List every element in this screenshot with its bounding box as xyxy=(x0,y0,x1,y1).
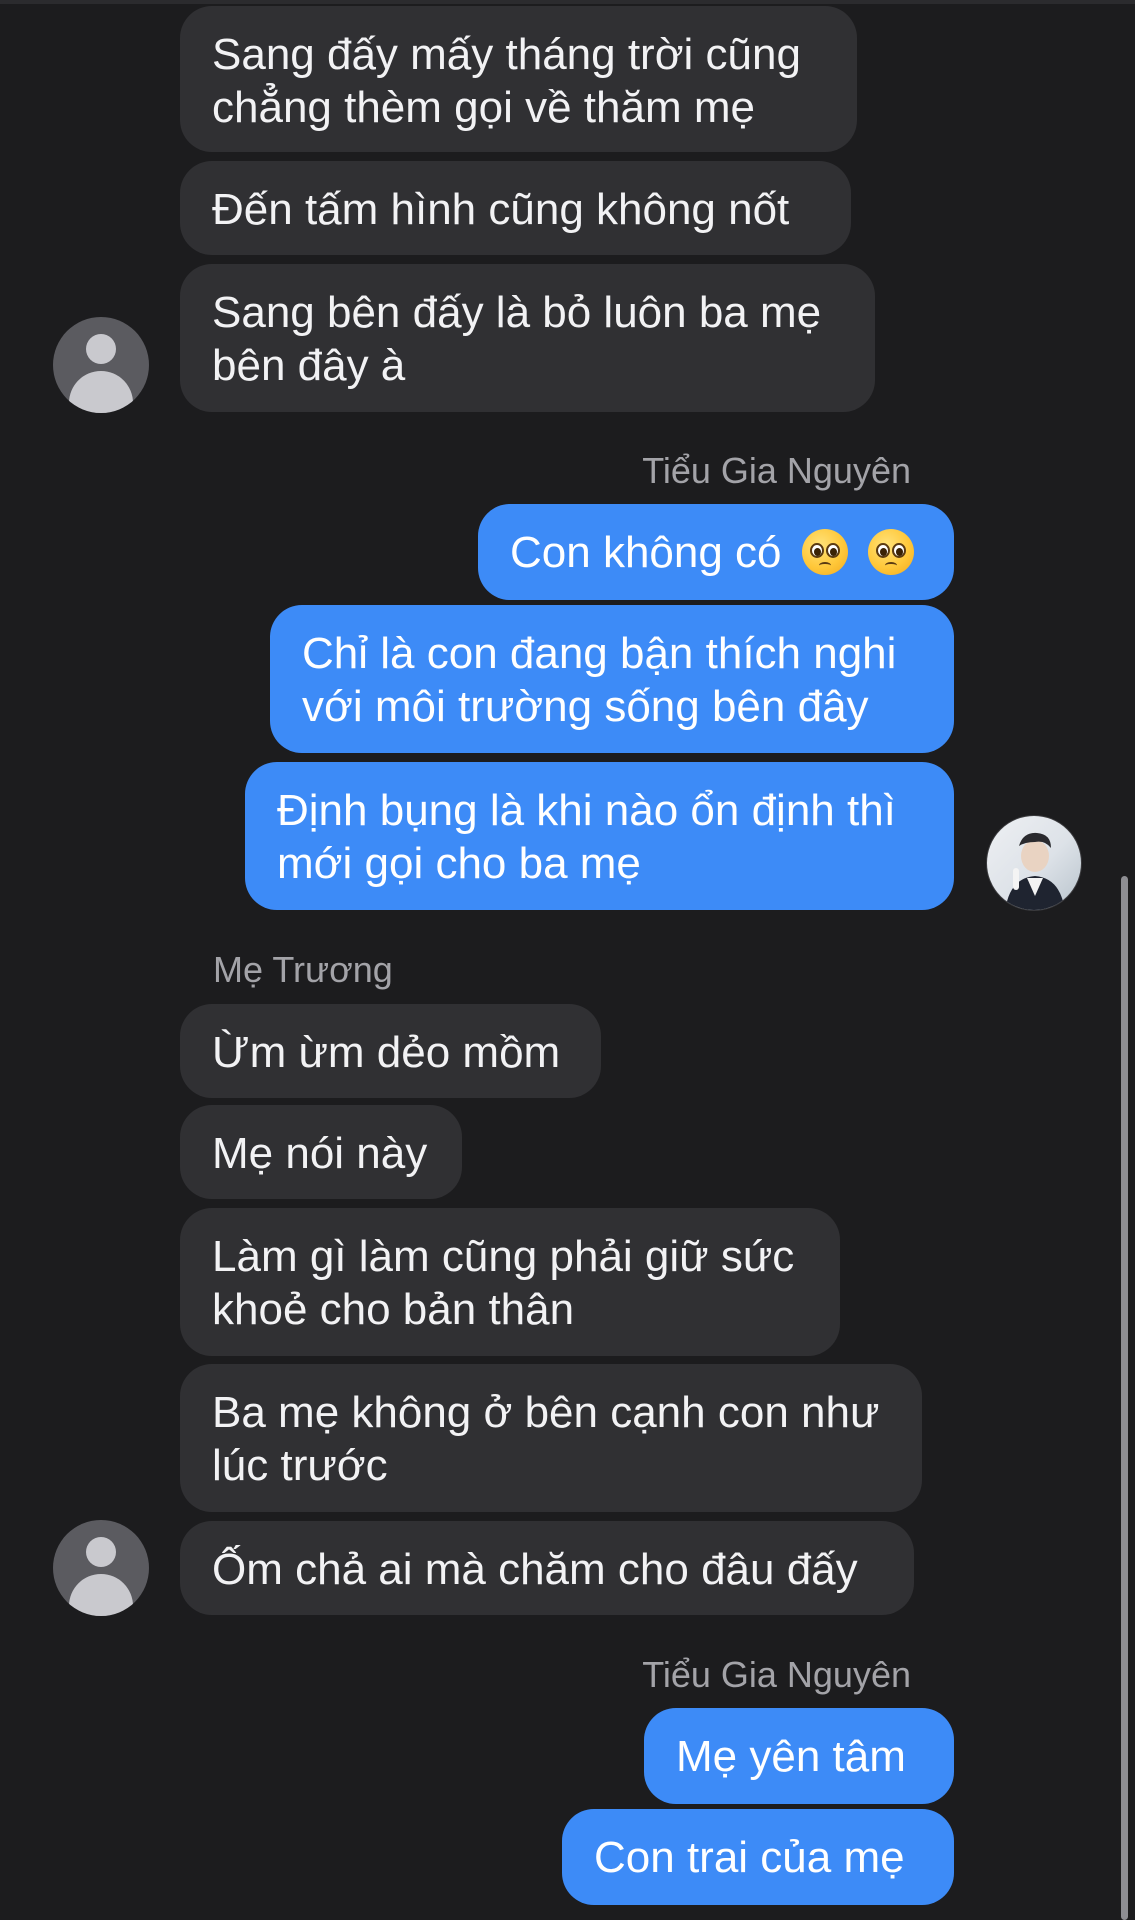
pleading-face-icon xyxy=(868,529,914,575)
incoming-message-bubble[interactable]: Mẹ nói này xyxy=(180,1105,462,1199)
contact-avatar[interactable] xyxy=(53,1520,149,1616)
self-avatar[interactable] xyxy=(986,815,1082,911)
outgoing-message-bubble[interactable]: Mẹ yên tâm xyxy=(644,1708,954,1804)
incoming-message-bubble[interactable]: Sang bên đấy là bỏ luôn ba mẹ bên đây à xyxy=(180,264,875,412)
message-text-line: Định bụng là khi nào ổn định thì xyxy=(277,786,896,835)
incoming-message-bubble[interactable]: Ừm ừm dẻo mồm xyxy=(180,1004,601,1098)
incoming-message-bubble[interactable]: Ba mẹ không ở bên cạnh con như lúc trước xyxy=(180,1364,922,1512)
message-thread[interactable]: Sang đấy mấy tháng trời cũng chẳng thèm … xyxy=(0,0,1135,1920)
message-text-line: lúc trước xyxy=(212,1441,388,1490)
person-icon-body xyxy=(69,371,133,413)
sender-name: Mẹ Trương xyxy=(213,949,393,990)
message-text-line: Đến tấm hình cũng không nốt xyxy=(212,185,790,234)
message-text-line: Sang đấy mấy tháng trời cũng xyxy=(212,30,801,79)
person-icon-head xyxy=(86,1537,116,1567)
message-text: Con không có xyxy=(510,528,782,577)
message-text-line: Ba mẹ không ở bên cạnh con như xyxy=(212,1388,880,1437)
contact-avatar[interactable] xyxy=(53,317,149,413)
message-text-line: Ừm ừm dẻo mồm xyxy=(212,1028,561,1077)
message-text-line: Mẹ yên tâm xyxy=(676,1732,906,1781)
message-text-line: mới gọi cho ba mẹ xyxy=(277,839,641,888)
incoming-message-bubble[interactable]: Sang đấy mấy tháng trời cũng chẳng thèm … xyxy=(180,6,857,152)
person-icon-body xyxy=(69,1574,133,1616)
outgoing-message-bubble[interactable]: Định bụng là khi nào ổn định thì mới gọi… xyxy=(245,762,954,910)
incoming-message-bubble[interactable]: Đến tấm hình cũng không nốt xyxy=(180,161,851,255)
message-text-line: Mẹ nói này xyxy=(212,1129,428,1178)
outgoing-message-bubble[interactable]: Con trai của mẹ xyxy=(562,1809,954,1905)
message-text-line: bên đây à xyxy=(212,341,406,390)
scrollbar-thumb[interactable] xyxy=(1121,876,1128,1920)
message-text-line: Làm gì làm cũng phải giữ sức xyxy=(212,1232,795,1281)
sender-name: Tiểu Gia Nguyên xyxy=(642,450,911,491)
message-text-line: khoẻ cho bản thân xyxy=(212,1285,575,1334)
profile-photo-icon xyxy=(1005,832,1065,910)
sender-name: Tiểu Gia Nguyên xyxy=(642,1654,911,1695)
incoming-message-bubble[interactable]: Ốm chả ai mà chăm cho đâu đấy xyxy=(180,1521,914,1615)
message-text-line: Ốm chả ai mà chăm cho đâu đấy xyxy=(212,1545,858,1594)
message-text-line: chẳng thèm gọi về thăm mẹ xyxy=(212,83,755,132)
outgoing-message-bubble[interactable]: Con không có xyxy=(478,504,954,600)
message-text-line: Sang bên đấy là bỏ luôn ba mẹ xyxy=(212,288,822,337)
message-text-line: với môi trường sống bên đây xyxy=(302,682,869,731)
person-icon-head xyxy=(86,334,116,364)
message-text-line: Chỉ là con đang bận thích nghi xyxy=(302,629,897,678)
outgoing-message-bubble[interactable]: Chỉ là con đang bận thích nghi với môi t… xyxy=(270,605,954,753)
message-text-line: Con trai của mẹ xyxy=(594,1833,905,1882)
pleading-face-icon xyxy=(801,529,848,575)
incoming-message-bubble[interactable]: Làm gì làm cũng phải giữ sức khoẻ cho bả… xyxy=(180,1208,840,1356)
